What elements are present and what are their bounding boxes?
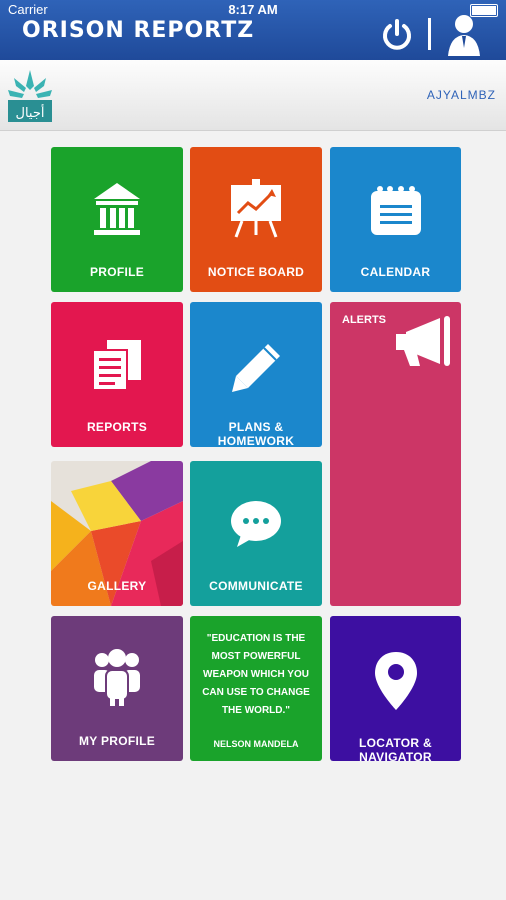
svg-text:أجيال: أجيال: [16, 104, 45, 121]
plans-homework-label: PLANS & HOMEWORK: [217, 420, 295, 447]
building-icon: [94, 183, 140, 235]
app-header: Carrier 8:17 AM ORISON REPORTZ: [0, 0, 506, 60]
pencil-icon: [232, 344, 280, 392]
megaphone-icon: [396, 316, 450, 366]
power-icon[interactable]: [380, 18, 414, 52]
map-pin-icon: [374, 652, 417, 710]
calendar-icon: [370, 186, 421, 235]
reports-label: REPORTS: [86, 420, 148, 434]
my-profile-label: MY PROFILE: [78, 734, 156, 748]
quote-tile: "EDUCATION IS THE MOST POWERFUL WEAPON W…: [190, 616, 322, 761]
quote-text: "EDUCATION IS THE MOST POWERFUL WEAPON W…: [202, 633, 310, 716]
reports-tile[interactable]: REPORTS: [51, 302, 183, 447]
status-bar: Carrier 8:17 AM: [0, 2, 506, 18]
alerts-label: ALERTS: [342, 314, 386, 326]
locator-navigator-label: LOCATOR & NAVIGATOR: [359, 736, 432, 761]
school-logo: أجيال: [8, 70, 52, 122]
gallery-tile[interactable]: GALLERY: [51, 461, 183, 606]
username-label: AJYALMBZ: [426, 88, 496, 102]
calendar-label: CALENDAR: [360, 265, 431, 279]
calendar-tile[interactable]: CALENDAR: [330, 147, 461, 292]
status-time: 8:17 AM: [228, 2, 278, 17]
profile-label: PROFILE: [89, 265, 145, 279]
sub-header: أجيال AJYALMBZ: [0, 60, 506, 131]
locator-navigator-tile[interactable]: LOCATOR & NAVIGATOR: [330, 616, 461, 761]
header-divider: [428, 18, 431, 50]
communicate-tile[interactable]: COMMUNICATE: [190, 461, 322, 606]
app-brand: ORISON REPORTZ: [22, 18, 255, 43]
documents-icon: [92, 340, 141, 391]
gallery-label: GALLERY: [87, 579, 147, 593]
notice-board-tile[interactable]: NOTICE BOARD: [190, 147, 322, 292]
notice-board-label: NOTICE BOARD: [207, 265, 305, 279]
my-profile-tile[interactable]: MY PROFILE: [51, 616, 183, 761]
alerts-tile[interactable]: ALERTS: [330, 302, 461, 606]
communicate-label: COMMUNICATE: [209, 579, 303, 593]
presentation-chart-icon: [231, 179, 281, 238]
plans-homework-tile[interactable]: PLANS & HOMEWORK: [190, 302, 322, 447]
chat-bubble-icon: [231, 501, 281, 547]
group-people-icon: [94, 649, 140, 706]
user-icon[interactable]: [446, 12, 482, 56]
profile-tile[interactable]: PROFILE: [51, 147, 183, 292]
quote-author: NELSON MANDELA: [213, 739, 299, 749]
